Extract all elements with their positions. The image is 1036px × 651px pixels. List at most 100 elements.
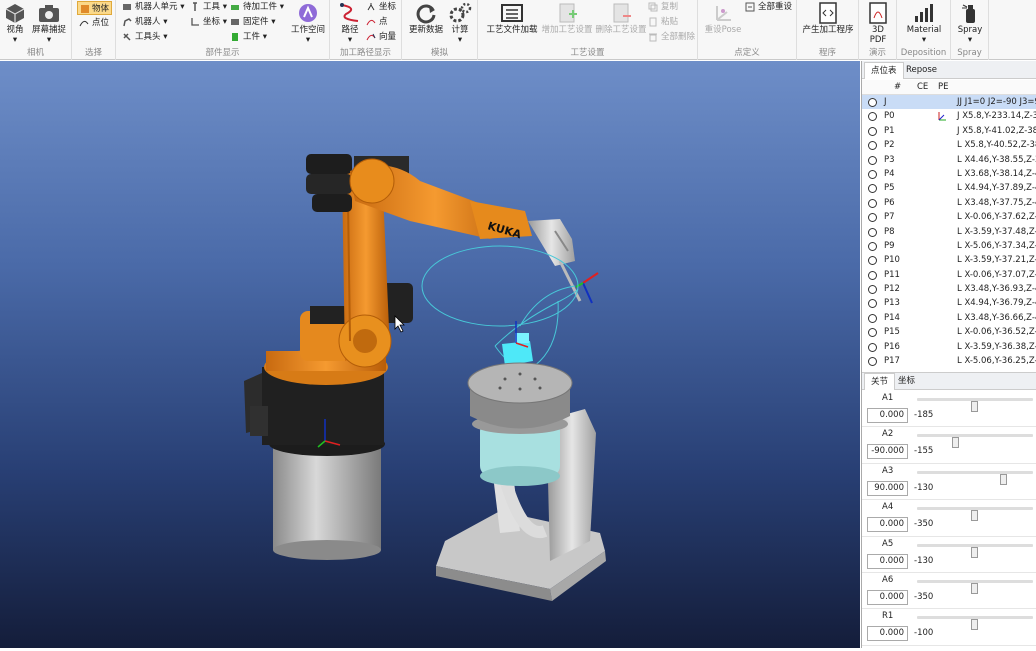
point-row[interactable]: P6 L X3.48,Y-37.75,Z-45 [862,196,1036,210]
path-point-button[interactable]: 点 [366,15,388,29]
delete-process-button[interactable]: 删除工艺设置 [595,2,647,35]
load-process-button[interactable]: 工艺文件加载 [486,2,538,35]
point-radio[interactable] [868,126,877,136]
point-radio[interactable] [868,313,877,323]
workspace-button[interactable]: 工作空间 ▾ [288,2,328,45]
point-radio[interactable] [868,169,877,179]
joint-slider[interactable] [917,507,1033,522]
point-row[interactable]: P10 L X-3.59,Y-37.21,Z-4 [862,253,1036,267]
point-row[interactable]: P1 J X5.8,Y-41.02,Z-38.9 [862,124,1036,138]
point-radio[interactable] [868,141,877,151]
copy-button[interactable]: 复制 [648,0,678,14]
point-row[interactable]: P7 L X-0.06,Y-37.62,Z-5 [862,210,1036,224]
point-radio[interactable] [868,285,877,295]
point-row[interactable]: P5 L X4.94,Y-37.89,Z-45 [862,181,1036,195]
tool-head-button[interactable]: 工具头 ▾ [122,30,167,44]
robot-base[interactable] [264,283,413,385]
point-row[interactable]: P14 L X3.48,Y-36.66,Z-49 [862,311,1036,325]
point-radio[interactable] [868,328,877,338]
joint-value-input[interactable]: 90.000 [867,480,908,496]
point-row[interactable]: P17 L X-5.06,Y-36.25,Z-4 [862,354,1036,368]
select-object-button[interactable]: 物体 [77,1,113,15]
joint-value-input[interactable]: 0.000 [867,589,908,605]
reset-pose-button[interactable]: 重设Pose [704,2,742,35]
joint-value-input[interactable]: 0.000 [867,517,908,533]
path-vector-button[interactable]: 向量 [366,30,396,44]
joint-slider[interactable] [917,470,1033,485]
point-radio[interactable] [868,357,877,367]
point-radio[interactable] [868,227,877,237]
path-button[interactable]: 路径 ▾ [338,2,362,45]
robot-tool[interactable] [528,219,582,302]
generate-program-button[interactable]: 产生加工程序 [801,2,855,35]
joint-value-input[interactable]: 0.000 [867,626,908,642]
point-radio[interactable] [868,155,877,165]
select-point-button[interactable]: 点位 [79,16,109,30]
point-row[interactable]: P16 L X-3.59,Y-36.38,Z-4 [862,340,1036,354]
point-radio[interactable] [868,342,877,352]
pdf-button[interactable]: 3D PDF [865,2,891,45]
path-coord-button[interactable]: 坐标 [366,0,396,14]
joint-value-input[interactable]: 0.000 [867,553,908,569]
point-row[interactable]: J JJ J1=0 J2=-90 J3=90 [862,95,1036,110]
point-row[interactable]: P11 L X-0.06,Y-37.07,Z-4 [862,268,1036,282]
pending-workpiece-model[interactable] [502,321,533,366]
point-row[interactable]: P9 L X-5.06,Y-37.34,Z-4 [862,239,1036,253]
joint-value-input[interactable]: -90.000 [867,444,908,460]
robot-button[interactable]: 机器人 ▾ [122,15,167,29]
point-row[interactable]: P12 L X3.48,Y-36.93,Z-4 [862,282,1036,296]
paste-button[interactable]: 粘贴 [648,15,678,29]
workpiece-button[interactable]: 工件 ▾ [230,30,267,44]
point-row[interactable]: P2 L X5.8,Y-40.52,Z-38.9 [862,138,1036,152]
point-radio[interactable] [868,270,877,280]
point-row[interactable]: P15 L X-0.06,Y-36.52,Z-5 [862,325,1036,339]
point-radio[interactable] [868,241,877,251]
3d-viewport[interactable]: KUKA [0,61,860,648]
add-process-button[interactable]: 增加工艺设置 [541,2,593,35]
delete-all-button[interactable]: 全部删除 [648,30,695,44]
joint-slider-thumb[interactable] [971,619,978,631]
fixture-button[interactable]: 固定件 ▾ [230,15,275,29]
robot-pedestal[interactable] [244,367,385,560]
spray-button[interactable]: Spray ▾ [957,2,983,45]
joint-slider-thumb[interactable] [1000,473,1007,485]
point-row[interactable]: P8 L X-3.59,Y-37.48,Z-4 [862,225,1036,239]
point-row[interactable]: P3 L X4.46,Y-38.55,Z-39 [862,153,1036,167]
joint-slider[interactable] [917,398,1033,412]
update-data-button[interactable]: 更新数据 [408,2,444,35]
point-radio[interactable] [868,112,877,122]
tab-repose[interactable]: Repose [900,62,943,79]
scene-svg[interactable]: KUKA [0,61,860,648]
tab-point-table[interactable]: 点位表 [864,62,904,79]
joint-slider[interactable] [917,616,1033,631]
pending-workpiece-button[interactable]: 待加工件 ▾ [230,0,284,14]
tool-button[interactable]: 工具 ▾ [190,0,227,14]
tab-joints[interactable]: 关节 [864,373,896,390]
joint-slider-thumb[interactable] [971,582,978,594]
view-button[interactable]: 视角 ▾ [3,2,27,45]
point-radio[interactable] [868,299,877,309]
point-radio[interactable] [868,98,877,107]
joint-slider[interactable] [917,543,1033,558]
joint-slider-thumb[interactable] [952,437,960,449]
point-radio[interactable] [868,256,877,266]
robot-unit-button[interactable]: 机器人单元 ▾ [122,0,184,14]
point-row[interactable]: P13 L X4.94,Y-36.79,Z-45 [862,296,1036,310]
joint-slider[interactable] [917,434,1033,449]
coord-button[interactable]: 坐标 ▾ [190,15,227,29]
joint-slider-thumb[interactable] [971,510,978,522]
screen-capture-button[interactable]: 屏幕捕捉 ▾ [30,2,68,45]
joint-slider-thumb[interactable] [971,546,978,558]
joint-slider-thumb[interactable] [971,401,978,412]
point-row[interactable]: P0 J X5.8,Y-233.14,Z-38 [862,109,1036,123]
positioner[interactable] [436,362,606,601]
joint-value-input[interactable]: 0.000 [867,408,908,423]
tab-coordinates[interactable]: 坐标 [892,373,921,390]
material-button[interactable]: Material ▾ [903,2,945,45]
point-radio[interactable] [868,184,877,194]
reset-all-button[interactable]: 全部重设 [745,0,792,14]
point-radio[interactable] [868,213,877,223]
compute-button[interactable]: 计算 ▾ [448,2,472,45]
joint-slider[interactable] [917,579,1033,594]
point-radio[interactable] [868,198,877,208]
